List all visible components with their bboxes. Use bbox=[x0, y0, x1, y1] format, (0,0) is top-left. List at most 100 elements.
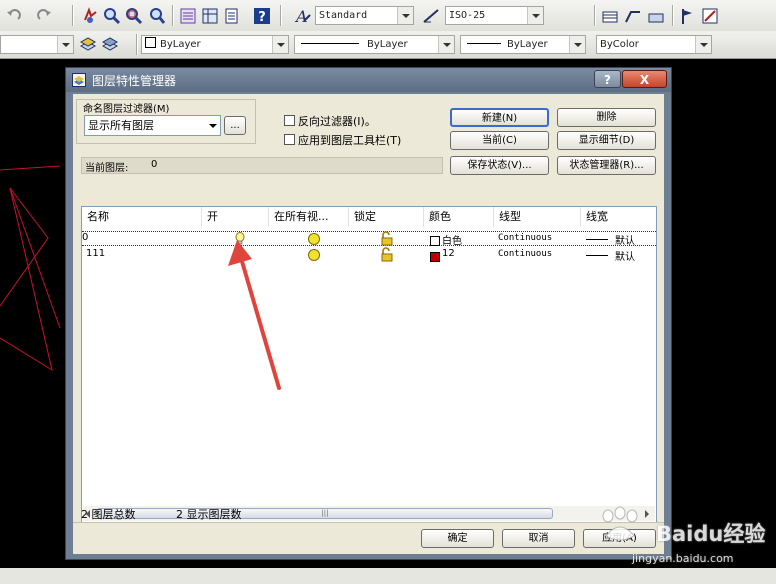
plot-style-control-select[interactable]: ByColor bbox=[596, 35, 712, 54]
chevron-down-icon[interactable] bbox=[695, 36, 711, 53]
column-header-color[interactable]: 颜色 bbox=[424, 207, 494, 227]
properties-icon[interactable] bbox=[178, 6, 198, 26]
lightbulb-on-icon[interactable] bbox=[234, 232, 246, 246]
chevron-down-icon[interactable] bbox=[272, 36, 288, 53]
watermark: Baidu经验 jingyan.baidu.com bbox=[588, 500, 768, 570]
invert-filter-checkbox[interactable] bbox=[284, 115, 295, 126]
apply-to-toolbar-checkbox[interactable] bbox=[284, 134, 295, 145]
chevron-down-icon[interactable] bbox=[438, 36, 454, 53]
filter-browse-button[interactable]: ... bbox=[224, 116, 246, 135]
zoom-previous-icon[interactable] bbox=[147, 6, 167, 26]
dialog-title: 图层特性管理器 bbox=[92, 74, 177, 88]
flag-icon[interactable] bbox=[677, 6, 697, 26]
column-header-lineweight[interactable]: 线宽 bbox=[581, 207, 656, 227]
set-current-label: 当前(C) bbox=[482, 135, 517, 146]
dialog-body: 命名图层过滤器(M) 显示所有图层 ... 反向过滤器(I)。 应用到图层工具栏… bbox=[73, 94, 664, 554]
help-button[interactable]: ? bbox=[594, 70, 621, 88]
redo-icon[interactable] bbox=[34, 6, 54, 26]
layer-previous-icon[interactable] bbox=[100, 34, 120, 54]
new-layer-button[interactable]: 新建(N) bbox=[450, 108, 549, 127]
column-header-name[interactable]: 名称 bbox=[82, 207, 202, 227]
text-style-select[interactable]: Standard bbox=[315, 6, 414, 25]
text-style-icon[interactable]: A bbox=[292, 6, 312, 26]
column-header-freeze-all-viewports[interactable]: 在所有视... bbox=[269, 207, 349, 227]
scroll-thumb[interactable]: ||| bbox=[97, 508, 553, 519]
show-details-button[interactable]: 显示细节(D) bbox=[557, 131, 656, 150]
current-layer-label: 当前图层: bbox=[85, 163, 129, 174]
filter-select[interactable]: 显示所有图层 bbox=[84, 115, 221, 136]
dim-style-icon[interactable] bbox=[421, 6, 441, 26]
standard-toolbar: ? A Standard ISO-25 bbox=[0, 0, 776, 32]
layer-linetype[interactable]: Continuous bbox=[498, 233, 552, 243]
invert-filter-label: 反向过滤器(I)。 bbox=[298, 115, 376, 128]
design-center-icon[interactable] bbox=[200, 6, 220, 26]
chevron-down-icon[interactable] bbox=[527, 7, 543, 24]
layer-name: 0 bbox=[82, 232, 89, 243]
undo-icon[interactable] bbox=[4, 6, 24, 26]
status-strip bbox=[0, 568, 776, 584]
text-style-value: Standard bbox=[319, 10, 368, 21]
set-current-button[interactable]: 当前(C) bbox=[450, 131, 549, 150]
zoom-realtime-icon[interactable] bbox=[102, 6, 122, 26]
help-icon[interactable]: ? bbox=[252, 6, 272, 26]
lineweight-control-value: ByLayer bbox=[507, 39, 548, 50]
lineweight-sample bbox=[586, 239, 608, 240]
layer-properties-dialog: 图层特性管理器 ? X 命名图层过滤器(M) 显示所有图层 ... 反向过滤器(… bbox=[65, 67, 672, 560]
state-manager-button[interactable]: 状态管理器(R)... bbox=[557, 156, 656, 175]
inquiry-icon[interactable] bbox=[700, 6, 720, 26]
column-header-lock[interactable]: 锁定 bbox=[349, 207, 424, 227]
delete-layer-button[interactable]: 删除 bbox=[557, 108, 656, 127]
table-style-icon[interactable] bbox=[600, 6, 620, 26]
current-layer-value: 0 bbox=[151, 159, 158, 170]
lightbulb-on-icon[interactable] bbox=[234, 248, 246, 262]
dim-style-value: ISO-25 bbox=[449, 10, 486, 21]
layer-linetype[interactable]: Continuous bbox=[498, 249, 552, 259]
baidu-paw-logo bbox=[602, 506, 638, 541]
layer-name[interactable]: 111 bbox=[86, 248, 105, 259]
chevron-down-icon[interactable] bbox=[209, 124, 217, 128]
plot-style-icon[interactable] bbox=[646, 6, 666, 26]
help-button-label: ? bbox=[604, 73, 611, 87]
horizontal-scrollbar[interactable]: ||| bbox=[83, 506, 655, 521]
sun-thaw-icon[interactable] bbox=[307, 248, 321, 262]
color-swatch-white[interactable] bbox=[430, 236, 440, 246]
multileader-style-icon[interactable] bbox=[623, 6, 643, 26]
filter-value: 显示所有图层 bbox=[88, 119, 154, 132]
zoom-window-icon[interactable] bbox=[124, 6, 144, 26]
layer-lineweight[interactable]: 默认 bbox=[615, 248, 635, 263]
column-header-linetype[interactable]: 线型 bbox=[494, 207, 581, 227]
chevron-down-icon[interactable] bbox=[397, 7, 413, 24]
ok-button[interactable]: 确定 bbox=[421, 529, 494, 548]
save-state-button[interactable]: 保存状态(V)... bbox=[450, 156, 549, 175]
layer-states-icon[interactable] bbox=[78, 34, 98, 54]
scroll-thumb-grip: ||| bbox=[321, 509, 329, 517]
layer-lineweight[interactable]: 默认 bbox=[615, 232, 635, 247]
tool-palettes-icon[interactable] bbox=[222, 6, 242, 26]
color-swatch-red[interactable] bbox=[430, 252, 440, 262]
linetype-control-select[interactable]: ByLayer bbox=[294, 35, 455, 54]
close-icon: X bbox=[639, 73, 650, 87]
column-header-on[interactable]: 开 bbox=[202, 207, 269, 227]
dialog-titlebar[interactable]: 图层特性管理器 ? X bbox=[66, 68, 671, 92]
close-button[interactable]: X bbox=[622, 70, 667, 88]
unlocked-padlock-icon[interactable] bbox=[380, 247, 394, 262]
layer-row[interactable] bbox=[82, 231, 656, 246]
svg-text:A: A bbox=[294, 7, 308, 26]
chevron-down-icon[interactable] bbox=[57, 36, 73, 53]
cancel-button[interactable]: 取消 bbox=[502, 529, 575, 548]
chevron-down-icon[interactable] bbox=[569, 36, 585, 53]
unlocked-padlock-icon[interactable] bbox=[380, 231, 394, 246]
filter-browse-label: ... bbox=[230, 120, 240, 131]
layer-total-count: 2 图层总数 bbox=[81, 508, 136, 521]
sun-thaw-icon[interactable] bbox=[307, 232, 321, 246]
color-control-select[interactable]: ByLayer bbox=[141, 35, 289, 54]
layer-list: 名称 开 在所有视... 锁定 颜色 线型 线宽 0 白色 Continuous… bbox=[81, 206, 657, 523]
new-layer-label: 新建(N) bbox=[481, 113, 518, 124]
delete-layer-label: 删除 bbox=[596, 112, 617, 123]
red-polyline bbox=[0, 165, 61, 372]
dim-style-select[interactable]: ISO-25 bbox=[445, 6, 544, 25]
layer-select[interactable] bbox=[0, 35, 74, 54]
color-swatch bbox=[145, 37, 156, 48]
lineweight-control-select[interactable]: ByLayer bbox=[460, 35, 586, 54]
pan-icon[interactable] bbox=[80, 6, 100, 26]
